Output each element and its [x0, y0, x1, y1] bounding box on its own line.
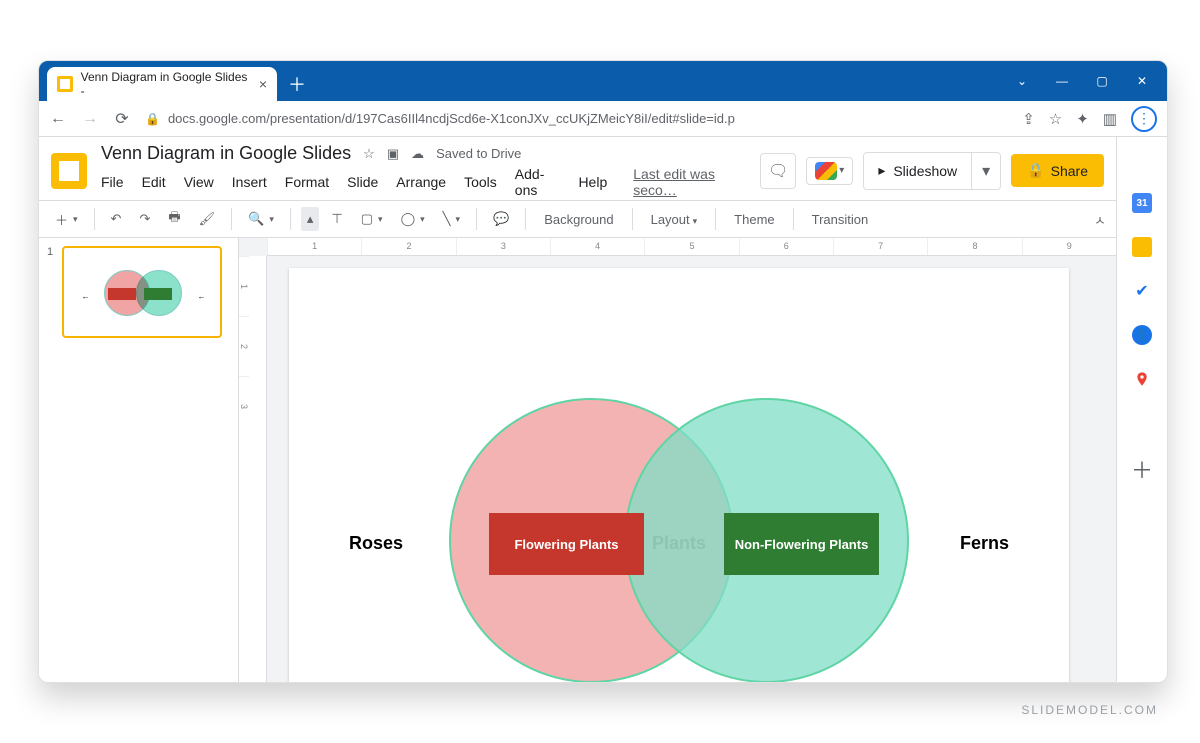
move-icon[interactable]: ▣ — [387, 146, 399, 162]
saved-status: Saved to Drive — [436, 146, 521, 161]
new-slide-button[interactable]: ＋ — [49, 206, 84, 233]
redo-button[interactable]: ↷ — [133, 207, 156, 231]
line-tool[interactable]: ╲ — [437, 207, 466, 231]
last-edit-link[interactable]: Last edit was seco… — [633, 166, 746, 198]
share-button[interactable]: 🔒 Share — [1011, 154, 1104, 187]
google-slides-logo[interactable] — [51, 153, 87, 189]
lock-icon: 🔒 — [1027, 162, 1044, 179]
window-minimize-button[interactable]: ― — [1043, 67, 1081, 95]
zoom-button[interactable]: 🔍 — [242, 207, 280, 231]
slide-thumbnail-1[interactable]: ← ← — [62, 246, 222, 338]
venn-right-box[interactable]: Non-Flowering Plants — [724, 513, 879, 575]
address-bar[interactable]: 🔒 docs.google.com/presentation/d/197Cas6… — [145, 111, 1008, 126]
browser-tab[interactable]: Venn Diagram in Google Slides - × — [47, 67, 277, 101]
print-button[interactable]: 🖶 — [162, 204, 186, 234]
forward-button[interactable]: → — [81, 110, 99, 128]
extensions-icon[interactable]: ✦ — [1076, 110, 1089, 128]
comment-tool[interactable]: 💬 — [487, 207, 515, 231]
maps-icon[interactable] — [1132, 369, 1152, 389]
play-icon: ▸ — [878, 162, 885, 179]
venn-left-box[interactable]: Flowering Plants — [489, 513, 644, 575]
menu-help[interactable]: Help — [578, 174, 607, 190]
menu-tools[interactable]: Tools — [464, 174, 497, 190]
menu-edit[interactable]: Edit — [142, 174, 166, 190]
menu-slide[interactable]: Slide — [347, 174, 378, 190]
slide-number: 1 — [47, 246, 53, 258]
window-close-button[interactable]: ✕ — [1123, 67, 1161, 95]
watermark: SLIDEMODEL.COM — [1021, 703, 1158, 717]
bookmark-icon[interactable]: ☆ — [1049, 110, 1062, 128]
image-tool[interactable]: ▢ — [355, 207, 389, 231]
select-tool[interactable]: ▴ — [301, 207, 320, 231]
cloud-saved-icon: ☁ — [411, 146, 424, 162]
new-tab-button[interactable]: ＋ — [283, 70, 311, 98]
slideshow-button[interactable]: ▸ Slideshow — [864, 153, 971, 189]
menu-view[interactable]: View — [184, 174, 214, 190]
canvas-area[interactable]: 123456789 123 Roses Ferns Plants — [239, 238, 1116, 682]
reading-list-icon[interactable]: ▥ — [1103, 110, 1117, 128]
share-url-icon[interactable]: ⇪ — [1022, 110, 1035, 128]
menu-bar: File Edit View Insert Format Slide Arran… — [101, 166, 746, 198]
side-panel: 31 ✔ 👤 ＋ — [1117, 137, 1167, 682]
tab-title: Venn Diagram in Google Slides - — [81, 70, 251, 98]
close-tab-icon[interactable]: × — [259, 76, 267, 92]
google-meet-button[interactable]: ▾ — [806, 157, 853, 185]
theme-button[interactable]: Theme — [726, 208, 782, 231]
menu-addons[interactable]: Add-ons — [515, 166, 561, 198]
lock-icon: 🔒 — [145, 112, 160, 126]
filmstrip[interactable]: 1 ← ← — [39, 238, 239, 682]
browser-menu-button[interactable]: ⋮ — [1131, 106, 1157, 132]
transition-button[interactable]: Transition — [804, 208, 877, 231]
menu-file[interactable]: File — [101, 174, 124, 190]
tasks-icon[interactable]: ✔ — [1132, 281, 1152, 301]
background-button[interactable]: Background — [536, 208, 621, 231]
vertical-ruler: 123 — [239, 256, 267, 682]
document-title[interactable]: Venn Diagram in Google Slides — [101, 143, 351, 164]
layout-button[interactable]: Layout — [643, 208, 706, 231]
paint-format-button[interactable]: 🖌 — [193, 207, 222, 231]
contacts-icon[interactable]: 👤 — [1132, 325, 1152, 345]
chevron-down-icon[interactable]: ⌄ — [1003, 67, 1041, 95]
collapse-toolbar-button[interactable]: ㅅ — [1094, 210, 1106, 229]
textbox-tool[interactable]: ⊤ — [325, 207, 348, 231]
undo-button[interactable]: ↶ — [105, 207, 128, 231]
url-text: docs.google.com/presentation/d/197Cas6II… — [168, 111, 735, 126]
star-icon[interactable]: ☆ — [363, 146, 375, 162]
keep-icon[interactable] — [1132, 237, 1152, 257]
reload-button[interactable]: ⟳ — [113, 109, 131, 129]
calendar-icon[interactable]: 31 — [1132, 193, 1152, 213]
slideshow-options-button[interactable]: ▾ — [971, 153, 1000, 189]
window-maximize-button[interactable]: ▢ — [1083, 67, 1121, 95]
back-button[interactable]: ← — [49, 110, 67, 128]
comments-button[interactable]: 🗨 — [760, 153, 796, 189]
menu-format[interactable]: Format — [285, 174, 329, 190]
menu-arrange[interactable]: Arrange — [396, 174, 446, 190]
slides-favicon — [57, 76, 73, 92]
menu-insert[interactable]: Insert — [232, 174, 267, 190]
add-addon-button[interactable]: ＋ — [1131, 453, 1153, 485]
meet-icon — [815, 162, 837, 180]
slide-canvas[interactable]: Roses Ferns Plants Flowering Plants Non-… — [289, 268, 1069, 682]
horizontal-ruler: 123456789 — [267, 238, 1116, 256]
shape-tool[interactable]: ◯ — [395, 207, 431, 231]
